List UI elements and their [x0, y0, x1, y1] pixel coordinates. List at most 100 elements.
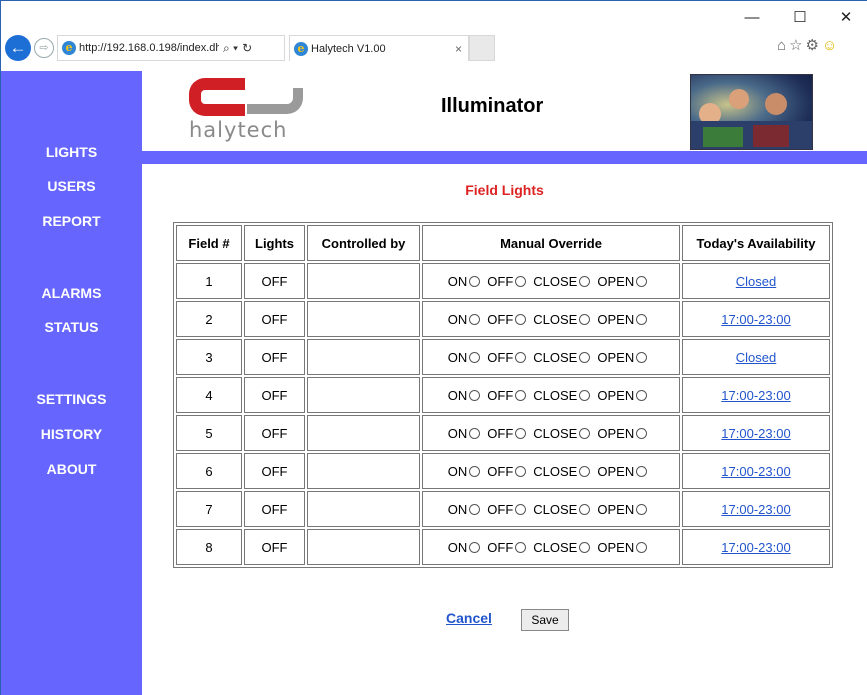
- radio-button-on[interactable]: [469, 427, 481, 439]
- radio-button-open[interactable]: [636, 465, 648, 477]
- new-tab-button[interactable]: [469, 35, 495, 61]
- override-option-off[interactable]: OFF: [487, 312, 527, 327]
- override-option-close[interactable]: CLOSE: [533, 274, 591, 289]
- radio-button-open[interactable]: [636, 351, 648, 363]
- radio-button-close[interactable]: [579, 275, 591, 287]
- radio-button-open[interactable]: [636, 389, 648, 401]
- radio-button-off[interactable]: [515, 503, 527, 515]
- tab-close-icon[interactable]: ×: [455, 42, 462, 56]
- sidebar-item-lights[interactable]: LIGHTS: [1, 144, 142, 160]
- address-url[interactable]: http://192.168.0.198/index.dh: [79, 42, 219, 54]
- favorites-star-icon[interactable]: ☆: [789, 37, 805, 54]
- override-option-on[interactable]: ON: [448, 540, 481, 555]
- refresh-icon[interactable]: ↻: [242, 41, 252, 55]
- availability-link[interactable]: 17:00-23:00: [721, 540, 790, 555]
- override-option-on[interactable]: ON: [448, 350, 481, 365]
- radio-button-close[interactable]: [579, 351, 591, 363]
- override-option-on[interactable]: ON: [448, 464, 481, 479]
- override-option-off[interactable]: OFF: [487, 274, 527, 289]
- sidebar-item-settings[interactable]: SETTINGS: [1, 391, 142, 407]
- override-option-on[interactable]: ON: [448, 312, 481, 327]
- override-option-on[interactable]: ON: [448, 274, 481, 289]
- radio-button-open[interactable]: [636, 541, 648, 553]
- override-option-close[interactable]: CLOSE: [533, 464, 591, 479]
- override-option-open[interactable]: OPEN: [597, 464, 648, 479]
- address-bar[interactable]: e http://192.168.0.198/index.dh ⌕ ▾ ↻: [57, 35, 285, 61]
- sidebar-item-users[interactable]: USERS: [1, 178, 142, 194]
- override-option-close[interactable]: CLOSE: [533, 426, 591, 441]
- home-icon[interactable]: ⌂: [777, 37, 789, 54]
- radio-button-off[interactable]: [515, 313, 527, 325]
- override-option-open[interactable]: OPEN: [597, 426, 648, 441]
- override-option-open[interactable]: OPEN: [597, 388, 648, 403]
- radio-button-close[interactable]: [579, 389, 591, 401]
- radio-button-close[interactable]: [579, 541, 591, 553]
- radio-button-off[interactable]: [515, 465, 527, 477]
- radio-button-on[interactable]: [469, 503, 481, 515]
- cancel-link[interactable]: Cancel: [446, 610, 492, 626]
- back-button[interactable]: ←: [5, 35, 31, 61]
- availability-link[interactable]: 17:00-23:00: [721, 502, 790, 517]
- override-option-off[interactable]: OFF: [487, 388, 527, 403]
- override-option-off[interactable]: OFF: [487, 540, 527, 555]
- radio-button-open[interactable]: [636, 275, 648, 287]
- radio-button-off[interactable]: [515, 541, 527, 553]
- close-window-button[interactable]: ✕: [831, 7, 861, 29]
- forward-button[interactable]: ⇨: [34, 38, 54, 58]
- override-option-close[interactable]: CLOSE: [533, 350, 591, 365]
- radio-button-open[interactable]: [636, 503, 648, 515]
- override-option-open[interactable]: OPEN: [597, 274, 648, 289]
- settings-gear-icon[interactable]: ⚙: [806, 37, 822, 54]
- maximize-button[interactable]: ☐: [785, 7, 815, 29]
- radio-button-on[interactable]: [469, 541, 481, 553]
- override-option-on[interactable]: ON: [448, 388, 481, 403]
- feedback-smiley-icon[interactable]: ☺: [822, 37, 840, 54]
- minimize-button[interactable]: —: [737, 7, 767, 29]
- sidebar-item-status[interactable]: STATUS: [1, 319, 142, 335]
- override-option-off[interactable]: OFF: [487, 426, 527, 441]
- radio-button-close[interactable]: [579, 503, 591, 515]
- availability-link[interactable]: 17:00-23:00: [721, 312, 790, 327]
- radio-button-on[interactable]: [469, 313, 481, 325]
- override-option-off[interactable]: OFF: [487, 464, 527, 479]
- override-option-off[interactable]: OFF: [487, 350, 527, 365]
- override-option-off[interactable]: OFF: [487, 502, 527, 517]
- override-option-on[interactable]: ON: [448, 426, 481, 441]
- availability-link[interactable]: 17:00-23:00: [721, 388, 790, 403]
- search-dropdown-icon[interactable]: ⌕ ▾: [223, 41, 238, 56]
- override-radio-group: ON OFF CLOSE OPEN: [448, 274, 654, 289]
- availability-link[interactable]: Closed: [736, 350, 776, 365]
- sidebar-item-about[interactable]: ABOUT: [1, 461, 142, 477]
- radio-button-on[interactable]: [469, 275, 481, 287]
- override-option-close[interactable]: CLOSE: [533, 388, 591, 403]
- override-option-open[interactable]: OPEN: [597, 350, 648, 365]
- radio-button-off[interactable]: [515, 389, 527, 401]
- override-option-on[interactable]: ON: [448, 502, 481, 517]
- radio-button-off[interactable]: [515, 427, 527, 439]
- radio-button-on[interactable]: [469, 465, 481, 477]
- sidebar-item-report[interactable]: REPORT: [1, 213, 142, 229]
- radio-button-close[interactable]: [579, 427, 591, 439]
- override-option-close[interactable]: CLOSE: [533, 540, 591, 555]
- radio-button-open[interactable]: [636, 427, 648, 439]
- radio-button-off[interactable]: [515, 275, 527, 287]
- radio-button-on[interactable]: [469, 389, 481, 401]
- save-button[interactable]: Save: [521, 609, 569, 631]
- sidebar-item-alarms[interactable]: ALARMS: [1, 285, 142, 301]
- override-option-close[interactable]: CLOSE: [533, 502, 591, 517]
- override-option-open[interactable]: OPEN: [597, 540, 648, 555]
- override-option-open[interactable]: OPEN: [597, 312, 648, 327]
- ie-page-icon: e: [62, 41, 76, 55]
- radio-button-close[interactable]: [579, 313, 591, 325]
- availability-link[interactable]: Closed: [736, 274, 776, 289]
- radio-button-open[interactable]: [636, 313, 648, 325]
- radio-button-off[interactable]: [515, 351, 527, 363]
- radio-button-on[interactable]: [469, 351, 481, 363]
- availability-link[interactable]: 17:00-23:00: [721, 426, 790, 441]
- override-option-close[interactable]: CLOSE: [533, 312, 591, 327]
- radio-button-close[interactable]: [579, 465, 591, 477]
- availability-link[interactable]: 17:00-23:00: [721, 464, 790, 479]
- override-option-open[interactable]: OPEN: [597, 502, 648, 517]
- browser-tab[interactable]: e Halytech V1.00 ×: [289, 35, 469, 61]
- sidebar-item-history[interactable]: HISTORY: [1, 426, 142, 442]
